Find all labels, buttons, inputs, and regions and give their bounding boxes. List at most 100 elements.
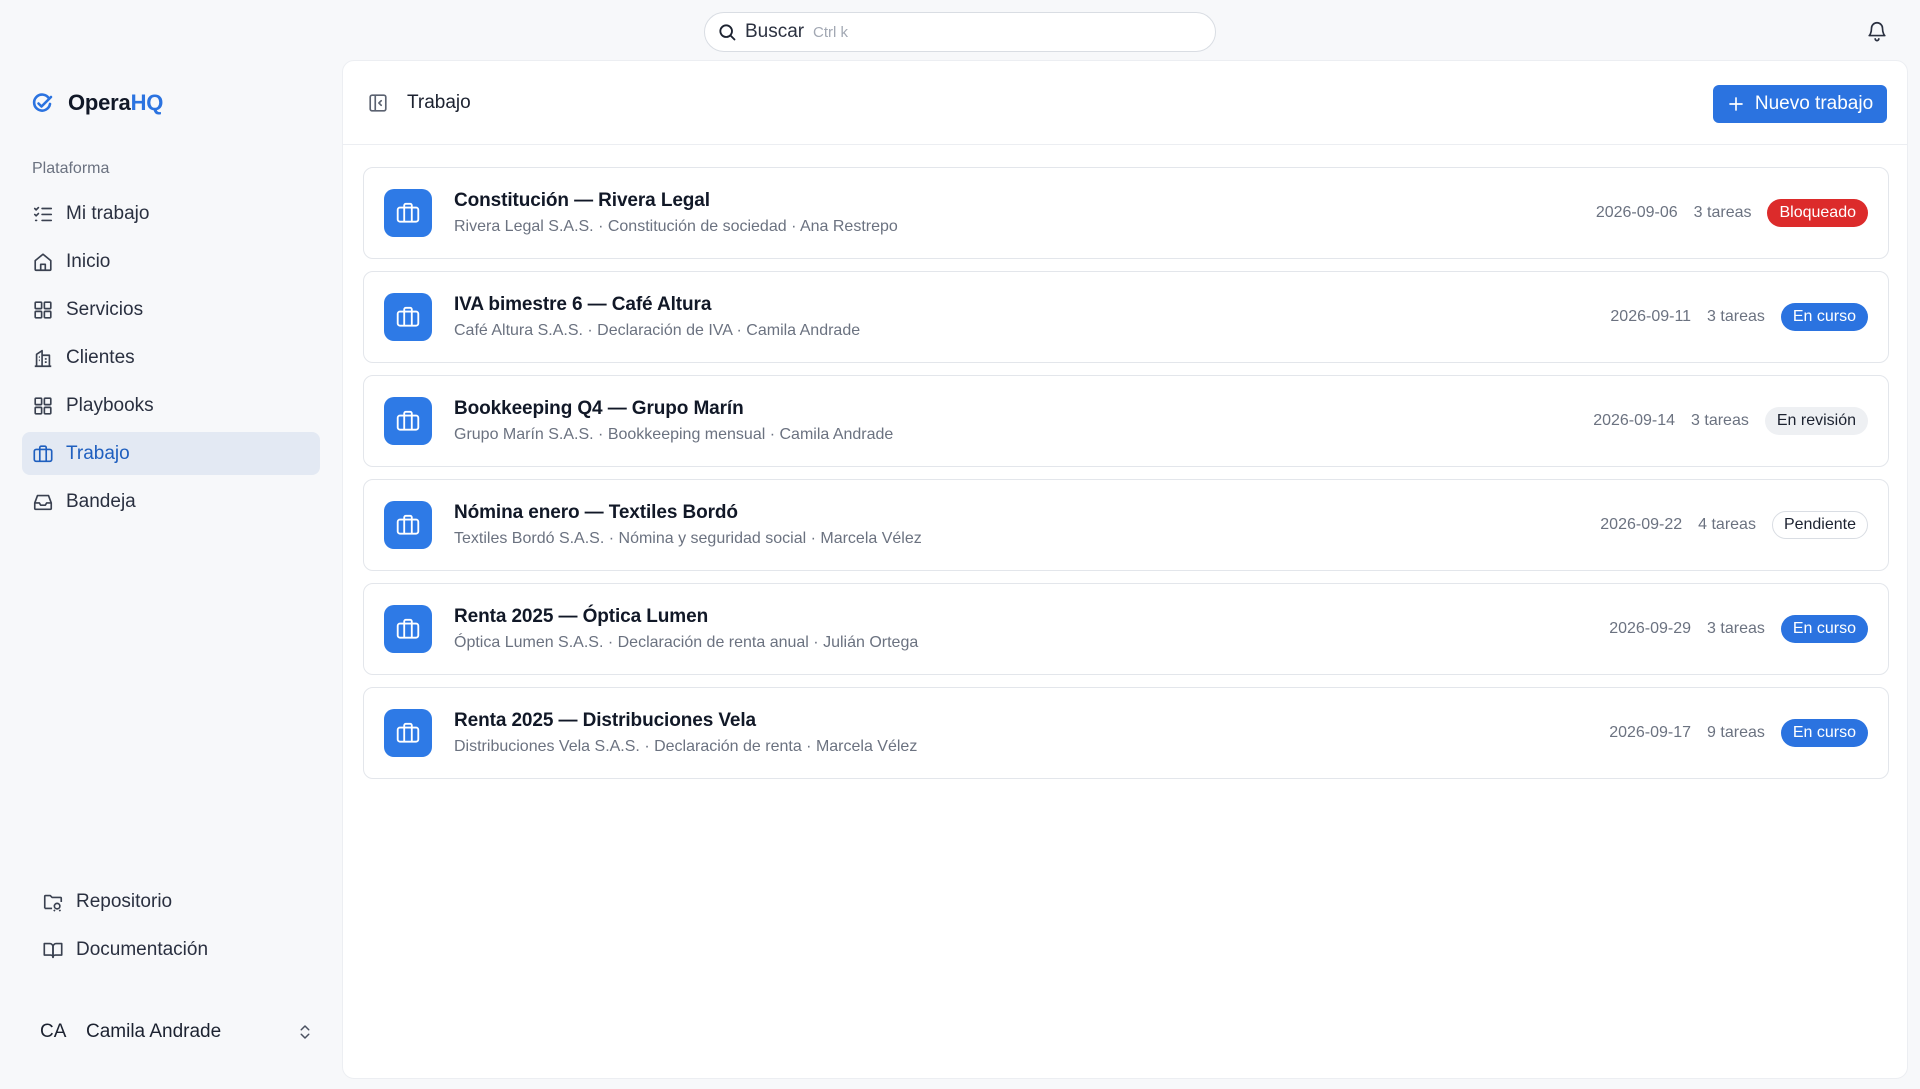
work-item-task-count: 9 tareas [1707, 724, 1765, 741]
work-item[interactable]: Constitución — Rivera Legal Rivera Legal… [363, 167, 1889, 259]
work-item-text: Constitución — Rivera Legal Rivera Legal… [454, 190, 898, 236]
work-item-title: Nómina enero — Textiles Bordó [454, 502, 738, 523]
inbox-icon [32, 491, 54, 513]
work-item[interactable]: Nómina enero — Textiles Bordó Textiles B… [363, 479, 1889, 571]
work-item-title: IVA bimestre 6 — Café Altura [454, 294, 712, 315]
bell-icon[interactable] [1866, 20, 1888, 42]
sidebar-item-label: Bandeja [66, 490, 136, 512]
work-item-date: 2026-09-17 [1609, 724, 1692, 741]
work-item-meta: 2026-09-22 4 tareas Pendiente [1600, 511, 1868, 539]
work-item-title: Bookkeeping Q4 — Grupo Marín [454, 398, 744, 419]
sidebar-item-label: Documentación [76, 938, 209, 960]
plus-icon [1727, 95, 1745, 113]
work-item-date: 2026-09-14 [1593, 412, 1676, 429]
sidebar-item-label: Repositorio [76, 890, 173, 912]
status-badge: Pendiente [1771, 511, 1868, 539]
work-item[interactable]: Bookkeeping Q4 — Grupo Marín Grupo Marín… [363, 375, 1889, 467]
briefcase-icon [384, 189, 432, 237]
brand-name-accent: HQ [130, 90, 164, 115]
work-item-text: Bookkeeping Q4 — Grupo Marín Grupo Marín… [454, 398, 893, 444]
work-item-task-count: 3 tareas [1691, 412, 1749, 429]
work-list: Constitución — Rivera Legal Rivera Legal… [363, 167, 1889, 791]
search-icon [717, 22, 737, 42]
grid-icon [32, 299, 54, 321]
status-badge: En revisión [1764, 407, 1868, 435]
work-item-task-count: 3 tareas [1707, 620, 1765, 637]
work-item-meta: 2026-09-17 9 tareas En curso [1609, 719, 1868, 747]
page-title: Trabajo [407, 91, 471, 113]
work-item-title: Constitución — Rivera Legal [454, 190, 710, 211]
building-icon [32, 347, 54, 369]
work-item[interactable]: Renta 2025 — Distribuciones Vela Distrib… [363, 687, 1889, 779]
sidebar-item-repositorio[interactable]: Repositorio [32, 880, 322, 923]
new-work-button[interactable]: Nuevo trabajo [1713, 85, 1887, 123]
sidebar-item-inicio[interactable]: Inicio [22, 240, 320, 283]
work-item-meta: 2026-09-11 3 tareas En curso [1610, 303, 1868, 331]
folder-icon [42, 891, 64, 913]
brand-name: OperaHQ [68, 90, 163, 116]
top-bar: Ctrl k [0, 0, 1920, 62]
work-item-text: Renta 2025 — Distribuciones Vela Distrib… [454, 710, 917, 756]
sidebar-item-label: Servicios [66, 298, 144, 320]
work-item-text: Nómina enero — Textiles Bordó Textiles B… [454, 502, 922, 548]
work-item-date: 2026-09-29 [1609, 620, 1692, 637]
work-item[interactable]: Renta 2025 — Óptica Lumen Óptica Lumen S… [363, 583, 1889, 675]
work-item-date: 2026-09-06 [1595, 204, 1678, 221]
work-item-subtitle: Distribuciones Vela S.A.S. · Declaración… [454, 738, 918, 755]
sidebar-item-bandeja[interactable]: Bandeja [22, 480, 320, 523]
sidebar-item-servicios[interactable]: Servicios [22, 288, 320, 331]
checklist-icon [32, 203, 54, 225]
brand-name-main: Opera [68, 90, 131, 115]
status-badge: En curso [1780, 303, 1868, 331]
avatar: CA [40, 1021, 67, 1042]
sidebar-toggle-icon[interactable] [367, 92, 389, 114]
sidebar-item-clientes[interactable]: Clientes [22, 336, 320, 379]
brand[interactable]: OperaHQ [30, 90, 163, 116]
briefcase-icon [32, 443, 54, 465]
sidebar-bottom-nav: Repositorio Documentación [32, 880, 322, 976]
user-menu[interactable]: CA Camila Andrade [30, 1010, 314, 1054]
sidebar-item-mi-trabajo[interactable]: Mi trabajo [22, 192, 320, 235]
briefcase-icon [384, 605, 432, 653]
logo-icon [30, 91, 54, 115]
sidebar-nav: Mi trabajo Inicio Servicios Clientes Pla… [22, 192, 320, 528]
status-badge: Bloqueado [1767, 199, 1868, 227]
grid-icon [32, 395, 54, 417]
status-badge: En curso [1780, 719, 1868, 747]
work-item-task-count: 3 tareas [1693, 204, 1752, 221]
briefcase-icon [384, 709, 432, 757]
status-badge: En curso [1780, 615, 1868, 643]
work-item-text: IVA bimestre 6 — Café Altura Café Altura… [454, 294, 860, 340]
work-item-subtitle: Grupo Marín S.A.S. · Bookkeeping mensual… [454, 426, 894, 443]
new-work-button-label: Nuevo trabajo [1754, 93, 1874, 114]
work-item-task-count: 3 tareas [1707, 308, 1765, 325]
user-name: Camila Andrade [86, 1021, 222, 1042]
work-item-meta: 2026-09-14 3 tareas En revisión [1593, 407, 1868, 435]
sidebar-item-playbooks[interactable]: Playbooks [22, 384, 320, 427]
work-item-subtitle: Óptica Lumen S.A.S. · Declaración de ren… [454, 634, 919, 651]
work-item-subtitle: Rivera Legal S.A.S. · Constitución de so… [454, 218, 898, 235]
sidebar-section-label: Plataforma [32, 160, 110, 177]
sidebar-item-label: Playbooks [66, 394, 154, 416]
main-panel: Trabajo Nuevo trabajo Constitución — Riv… [342, 60, 1908, 1079]
sidebar-item-label: Mi trabajo [66, 202, 150, 224]
work-item-subtitle: Café Altura S.A.S. · Declaración de IVA … [454, 322, 861, 339]
sidebar-item-trabajo[interactable]: Trabajo [22, 432, 320, 475]
work-item-subtitle: Textiles Bordó S.A.S. · Nómina y segurid… [454, 530, 922, 547]
work-item[interactable]: IVA bimestre 6 — Café Altura Café Altura… [363, 271, 1889, 363]
search-box[interactable]: Ctrl k [704, 12, 1216, 52]
work-item-title: Renta 2025 — Óptica Lumen [454, 606, 709, 627]
work-item-meta: 2026-09-29 3 tareas En curso [1609, 615, 1868, 643]
work-item-meta: 2026-09-06 3 tareas Bloqueado [1596, 199, 1868, 227]
work-item-title: Renta 2025 — Distribuciones Vela [454, 710, 756, 731]
chevron-up-down-icon [296, 1023, 314, 1041]
briefcase-icon [384, 397, 432, 445]
search-input[interactable] [745, 21, 805, 43]
main-header: Trabajo Nuevo trabajo [343, 61, 1907, 145]
sidebar-item-documentacion[interactable]: Documentación [32, 928, 322, 971]
work-item-date: 2026-09-22 [1600, 516, 1683, 533]
sidebar-item-label: Inicio [66, 250, 111, 272]
sidebar-item-label: Clientes [66, 346, 135, 368]
work-item-text: Renta 2025 — Óptica Lumen Óptica Lumen S… [454, 606, 918, 652]
briefcase-icon [384, 501, 432, 549]
